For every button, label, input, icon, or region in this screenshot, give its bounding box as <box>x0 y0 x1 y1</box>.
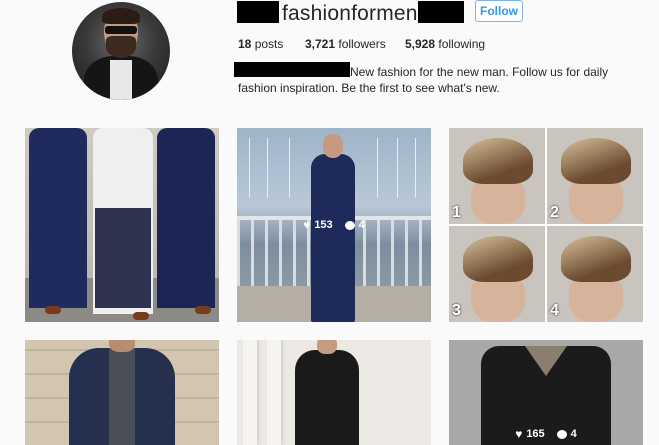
panel-number: 1 <box>452 204 461 221</box>
shoe <box>45 306 61 314</box>
panel-number: 4 <box>550 302 559 319</box>
collage-panel: 2 <box>547 128 643 224</box>
profile-avatar[interactable] <box>72 2 170 100</box>
post-tile[interactable]: 1 2 3 4 <box>449 128 643 322</box>
post-tile[interactable] <box>25 340 219 445</box>
redaction-bar <box>237 1 279 23</box>
heart-icon: ♥ <box>515 427 523 441</box>
column <box>243 340 257 445</box>
follow-button[interactable]: Follow <box>475 0 523 22</box>
shoe <box>195 306 211 314</box>
comments-value: 4 <box>570 428 577 440</box>
posts-label: posts <box>254 37 284 51</box>
knit-sweater <box>109 348 135 445</box>
hairstyle <box>561 236 631 282</box>
panel-number: 2 <box>550 204 559 221</box>
collage-panel: 4 <box>547 226 643 322</box>
hairstyle <box>463 138 533 184</box>
black-coat <box>295 350 359 445</box>
post-tile[interactable] <box>237 340 431 445</box>
panel-number: 3 <box>452 302 461 319</box>
followers-label: followers <box>338 37 386 51</box>
comments-count: 4 <box>344 219 365 231</box>
post-tile-hovered[interactable]: ♥ 165 4 <box>449 340 643 445</box>
redaction-bar <box>418 1 464 23</box>
followers-count: 3,721 <box>305 37 336 51</box>
post-stats-overlay: ♥ 153 4 <box>237 128 431 322</box>
following-label: following <box>438 37 486 51</box>
figure-head <box>109 340 135 352</box>
profile-username: fashionformen <box>282 2 418 25</box>
following-count: 5,928 <box>405 37 436 51</box>
post-stats-overlay: ♥ 165 4 <box>449 423 643 445</box>
bio-text: New fashion for the new man. Follow us f… <box>238 65 609 95</box>
comments-count: 4 <box>556 428 577 440</box>
followers-stat[interactable]: 3,721 followers <box>305 37 386 51</box>
column <box>267 340 281 445</box>
avatar-hair <box>102 8 140 24</box>
collage-panel: 3 <box>449 226 545 322</box>
posts-stat: 18 posts <box>238 37 283 51</box>
likes-count: ♥ 153 <box>303 218 332 232</box>
avatar-shirt <box>110 60 132 100</box>
plaid-trousers <box>95 208 151 308</box>
post-tile[interactable] <box>25 128 219 322</box>
likes-value: 153 <box>314 219 333 231</box>
posts-count: 18 <box>238 37 252 51</box>
shoe <box>133 312 149 320</box>
hairstyle <box>463 236 533 282</box>
likes-value: 165 <box>526 428 545 440</box>
suit-figure <box>157 128 215 308</box>
collage-panel: 1 <box>449 128 545 224</box>
post-tile-hovered[interactable]: ♥ 153 4 <box>237 128 431 322</box>
following-stat[interactable]: 5,928 following <box>405 37 485 51</box>
comment-bubble-icon <box>344 220 355 230</box>
hairstyle <box>561 138 631 184</box>
figure-head <box>317 340 337 354</box>
comment-bubble-icon <box>556 429 567 439</box>
avatar-beard <box>106 36 136 58</box>
likes-count: ♥ 165 <box>515 427 544 441</box>
suit-figure <box>29 128 87 308</box>
heart-icon: ♥ <box>303 218 311 232</box>
avatar-sunglasses <box>105 26 137 34</box>
profile-bio: New fashion for the new man. Follow us f… <box>238 64 648 96</box>
comments-value: 4 <box>358 219 365 231</box>
